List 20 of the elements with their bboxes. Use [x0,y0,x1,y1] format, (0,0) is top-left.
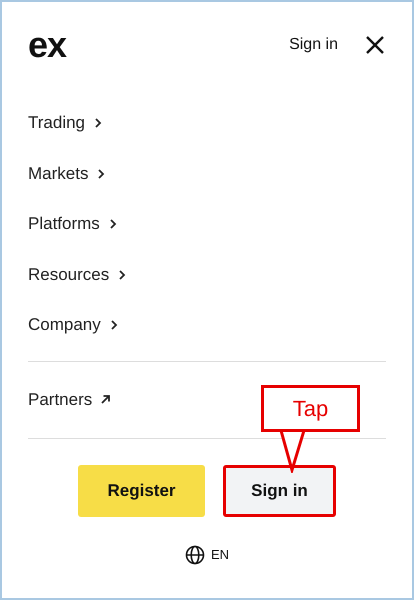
language-selector[interactable]: EN [28,544,386,564]
sign-in-button[interactable]: Sign in [223,464,336,516]
chevron-icon [96,168,106,180]
menu-item[interactable]: Platforms [28,199,118,250]
close-button[interactable] [364,34,386,56]
chevron-icon [108,319,119,332]
menu-item[interactable]: Markets [28,148,106,199]
menu-item[interactable]: Partners [28,362,112,438]
chevron-icon [117,268,128,281]
sign-in-link[interactable]: Sign in [289,36,338,54]
arrow-icon [100,394,112,405]
chevron-icon [108,218,118,230]
menu-item[interactable]: Company [28,300,119,350]
logo[interactable]: ex [28,24,290,66]
menu-item[interactable]: Resources [28,250,128,300]
chevron-icon [93,117,104,130]
callout-text: Tap [292,396,328,422]
register-button[interactable]: Register [78,464,205,516]
globe-icon [184,544,205,564]
menu-item[interactable]: Trading [28,98,104,148]
